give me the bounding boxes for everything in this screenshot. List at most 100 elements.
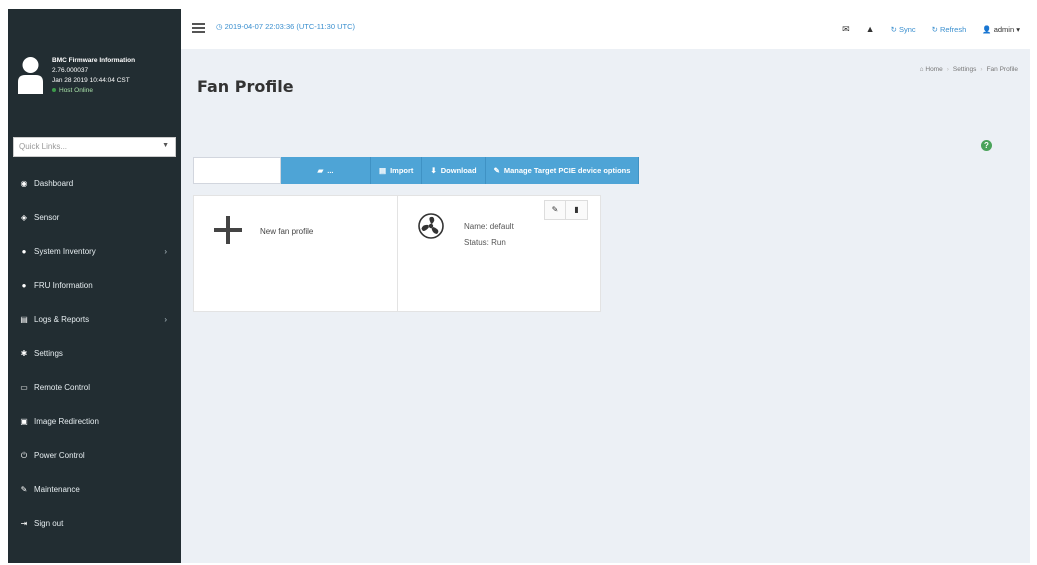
sidebar-item-label: Power Control — [34, 451, 85, 460]
envelope-icon[interactable]: ✉ — [842, 24, 850, 35]
card-actions: ✎ ▮ — [544, 200, 588, 220]
quick-links-select[interactable]: Quick Links... ▼ — [13, 137, 176, 157]
top-header: ◷ 2019-04-07 22:03:36 (UTC-11:30 UTC) ✉ … — [181, 9, 1030, 49]
download-icon: ⬇ — [430, 166, 437, 175]
sidebar-item-logs-reports[interactable]: ▤ Logs & Reports › — [8, 303, 181, 337]
fan-icon — [418, 213, 444, 239]
firmware-info: BMC Firmware Information 2.76.000037 Jan… — [52, 56, 135, 96]
user-name: admin — [993, 24, 1015, 34]
fan-profile-info: Name: default Status: Run — [464, 219, 514, 251]
refresh-link[interactable]: ↻ Refresh — [932, 25, 967, 34]
firmware-version: 2.76.000037 — [52, 67, 89, 74]
wrench-icon: ✎ — [20, 485, 28, 494]
sidebar-item-label: Logs & Reports — [34, 315, 90, 324]
pencil-icon: ✎ — [551, 205, 559, 214]
datetime-text: 2019-04-07 22:03:36 (UTC-11:30 UTC) — [224, 22, 355, 31]
pencil-icon: ✎ — [493, 166, 500, 175]
breadcrumb-current: Fan Profile — [986, 66, 1018, 73]
file-path-input[interactable] — [193, 157, 281, 184]
sync-icon: ↻ — [890, 24, 899, 34]
fan-profile-card-default: Name: default Status: Run ✎ ▮ — [397, 196, 600, 311]
download-label: Download — [440, 166, 477, 175]
chevron-right-icon: › — [164, 315, 167, 324]
page-title: Fan Profile — [197, 77, 294, 96]
power-icon: ⏻ — [20, 451, 28, 460]
plus-icon — [214, 216, 242, 244]
chart-icon: ▤ — [20, 315, 28, 324]
breadcrumb-home[interactable]: Home — [925, 66, 942, 73]
help-icon[interactable]: ? — [981, 140, 992, 151]
user-menu[interactable]: 👤 admin ▾ — [982, 25, 1020, 34]
header-actions: ✉ ▲ ↻ Sync ↻ Refresh 👤 admin ▾ — [842, 9, 1030, 49]
sidebar-item-sensor[interactable]: ◈ Sensor — [8, 201, 181, 235]
folder-icon: ▰ — [317, 166, 324, 175]
menu-toggle-icon[interactable] — [192, 23, 205, 33]
quick-links-placeholder: Quick Links... — [19, 142, 68, 151]
breadcrumb-settings[interactable]: Settings — [953, 66, 977, 73]
gear-icon: ✱ — [20, 349, 28, 358]
sync-label: Sync — [898, 24, 916, 34]
app-frame: BMC Firmware Information 2.76.000037 Jan… — [8, 9, 1030, 563]
browse-folder-button[interactable]: ▰... — [281, 157, 371, 184]
user-panel: BMC Firmware Information 2.76.000037 Jan… — [8, 9, 181, 129]
firmware-build-date: Jan 28 2019 10:44:04 CST — [52, 77, 130, 84]
sidebar-item-sign-out[interactable]: ⇥ Sign out — [8, 507, 181, 541]
sidebar-item-label: Maintenance — [34, 485, 80, 494]
dashboard-icon: ◉ — [20, 179, 28, 188]
sidebar-item-image-redirection[interactable]: ▣ Image Redirection — [8, 405, 181, 439]
new-fan-profile-card[interactable]: New fan profile — [194, 196, 397, 311]
trash-icon: ▮ — [574, 205, 579, 214]
breadcrumb: ⌂ Home › Settings › Fan Profile — [919, 66, 1018, 73]
refresh-icon: ↻ — [931, 24, 940, 34]
info-icon: ● — [21, 281, 27, 290]
sidebar-item-settings[interactable]: ✱ Settings — [8, 337, 181, 371]
fan-profile-cards: New fan profile Name: default Status: Ru… — [193, 195, 601, 312]
download-button[interactable]: ⬇ Download — [422, 157, 486, 184]
warning-icon[interactable]: ▲ — [866, 24, 875, 34]
monitor-icon: ▭ — [20, 383, 28, 392]
sidebar-item-remote-control[interactable]: ▭ Remote Control — [8, 371, 181, 405]
sidebar-item-label: System Inventory — [34, 247, 96, 256]
user-avatar-icon — [18, 57, 43, 94]
sidebar-menu: ◉ Dashboard ◈ Sensor ● System Inventory › ● FRU … — [8, 167, 181, 541]
disk-icon: ▣ — [20, 417, 28, 426]
firmware-title: BMC Firmware Information — [52, 57, 136, 64]
online-dot-icon — [52, 88, 56, 93]
host-status: Host Online — [52, 86, 135, 96]
fan-profile-status: Status: Run — [464, 238, 506, 247]
clock-icon: ◷ — [216, 22, 225, 31]
fan-profile-toolbar: ▰... ▤ Import ⬇ Download ✎ Manage Target PC… — [193, 157, 640, 184]
user-icon: 👤 — [982, 24, 994, 34]
new-fan-profile-label: New fan profile — [260, 227, 314, 236]
sidebar-item-fru-information[interactable]: ● FRU Information — [8, 269, 181, 303]
manage-pcie-button[interactable]: ✎ Manage Target PCIE device options — [485, 157, 640, 184]
sensor-icon: ◈ — [20, 213, 28, 222]
sync-link[interactable]: ↻ Sync — [891, 25, 916, 34]
sidebar-item-label: Sign out — [34, 519, 64, 528]
import-button[interactable]: ▤ Import — [371, 157, 423, 184]
sidebar-item-power-control[interactable]: ⏻ Power Control — [8, 439, 181, 473]
sidebar-item-dashboard[interactable]: ◉ Dashboard — [8, 167, 181, 201]
refresh-label: Refresh — [940, 24, 967, 34]
sign-out-icon: ⇥ — [20, 519, 28, 528]
caret-down-icon: ▾ — [1014, 24, 1020, 34]
sidebar-item-maintenance[interactable]: ✎ Maintenance — [8, 473, 181, 507]
import-icon: ▤ — [379, 166, 387, 175]
sidebar-item-label: Image Redirection — [34, 417, 99, 426]
sidebar-item-system-inventory[interactable]: ● System Inventory › — [8, 235, 181, 269]
info-icon: ● — [21, 247, 27, 256]
chevron-right-icon: › — [164, 247, 167, 256]
sidebar-item-label: Sensor — [34, 213, 60, 222]
header-datetime: ◷ 2019-04-07 22:03:36 (UTC-11:30 UTC) — [216, 22, 355, 31]
import-label: Import — [390, 166, 414, 175]
sidebar-item-label: Settings — [34, 349, 63, 358]
sidebar-item-label: Remote Control — [34, 383, 91, 392]
sidebar-item-label: FRU Information — [34, 281, 93, 290]
sidebar-item-label: Dashboard — [34, 179, 74, 188]
delete-profile-button[interactable]: ▮ — [566, 200, 588, 220]
fan-profile-name: Name: default — [464, 222, 514, 231]
chevron-down-icon: ▼ — [162, 142, 169, 149]
browse-label: ... — [327, 166, 334, 175]
edit-profile-button[interactable]: ✎ — [544, 200, 566, 220]
host-status-label: Host Online — [59, 87, 93, 94]
